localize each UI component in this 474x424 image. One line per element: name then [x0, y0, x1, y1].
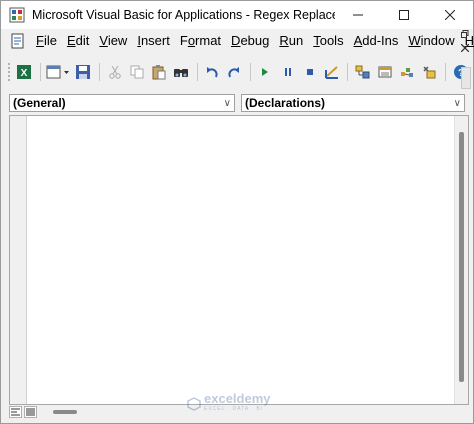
toolbar-overflow-button[interactable]	[461, 67, 471, 89]
menu-debug[interactable]: Debug	[226, 31, 274, 51]
toolbar-grip[interactable]	[7, 62, 11, 82]
save-button[interactable]	[74, 62, 93, 82]
code-editor[interactable]	[9, 115, 469, 405]
svg-text:X: X	[21, 68, 28, 79]
procedure-combo-value: (Declarations)	[245, 96, 326, 110]
watermark-brand: exceldemy EXCEL · DATA · BI	[204, 392, 271, 415]
document-icon[interactable]	[9, 32, 27, 50]
insert-module-button[interactable]	[46, 62, 71, 82]
toolbar-separator	[98, 63, 100, 81]
design-mode-button[interactable]	[322, 62, 341, 82]
chevron-down-icon: ∨	[223, 97, 231, 109]
vertical-scrollbar[interactable]	[454, 116, 468, 404]
run-icon	[262, 68, 269, 76]
toolbar-separator	[249, 63, 251, 81]
code-window: (General) ∨ (Declarations) ∨	[5, 91, 471, 421]
chevron-down-icon: ∨	[453, 97, 461, 109]
properties-window-button[interactable]	[376, 62, 395, 82]
vertical-scroll-thumb[interactable]	[459, 132, 464, 382]
toolbar-separator	[39, 63, 41, 81]
object-browser-button[interactable]	[398, 62, 417, 82]
object-combo[interactable]: (General) ∨	[9, 94, 235, 112]
toolbox-icon	[423, 66, 436, 79]
maximize-button[interactable]	[381, 1, 427, 29]
horizontal-scroll-thumb[interactable]	[53, 410, 77, 414]
procedure-view-icon	[11, 408, 20, 416]
child-window-controls	[461, 30, 469, 52]
close-child-icon[interactable]	[461, 44, 469, 52]
break-button[interactable]	[278, 62, 297, 82]
run-button[interactable]	[256, 62, 275, 82]
break-icon	[284, 68, 291, 76]
cut-icon	[108, 65, 121, 79]
cut-button[interactable]	[105, 62, 124, 82]
menu-edit[interactable]: Edit	[62, 31, 94, 51]
copy-button[interactable]	[127, 62, 146, 82]
procedure-view-button[interactable]	[9, 406, 22, 418]
title-bar[interactable]: Microsoft Visual Basic for Applications …	[1, 1, 473, 29]
margin-indicator-bar[interactable]	[10, 116, 27, 404]
design-mode-icon	[324, 66, 338, 79]
menu-add-ins[interactable]: Add-Ins	[349, 31, 404, 51]
full-module-view-button[interactable]	[24, 406, 37, 418]
menu-tools[interactable]: Tools	[308, 31, 348, 51]
close-button[interactable]	[427, 1, 473, 29]
standard-toolbar: X	[1, 53, 473, 91]
toolbar-separator	[347, 63, 349, 81]
procedure-combo[interactable]: (Declarations) ∨	[241, 94, 465, 112]
find-button[interactable]	[171, 62, 190, 82]
insert-module-icon	[46, 65, 70, 79]
reset-button[interactable]	[300, 62, 319, 82]
project-explorer-icon	[355, 65, 370, 79]
save-icon	[76, 65, 91, 79]
menu-format[interactable]: Format	[175, 31, 226, 51]
maximize-icon	[399, 10, 409, 20]
undo-button[interactable]	[203, 62, 222, 82]
menu-view[interactable]: View	[94, 31, 132, 51]
paste-button[interactable]	[149, 62, 168, 82]
copy-icon	[130, 65, 144, 79]
combo-row: (General) ∨ (Declarations) ∨	[5, 91, 471, 115]
window-title: Microsoft Visual Basic for Applications …	[32, 8, 335, 22]
toolbar-separator	[196, 63, 198, 81]
object-browser-icon	[401, 68, 414, 77]
minimize-icon	[353, 14, 363, 16]
minimize-button[interactable]	[335, 1, 381, 29]
paste-icon	[152, 65, 166, 80]
object-combo-value: (General)	[13, 96, 66, 110]
watermark: exceldemy EXCEL · DATA · BI	[187, 392, 271, 415]
full-module-view-icon	[26, 408, 35, 416]
reset-icon	[306, 69, 313, 75]
menu-bar: File Edit View Insert Format Debug Run T…	[1, 30, 474, 52]
view-excel-button[interactable]: X	[15, 62, 34, 82]
vba-app-icon	[9, 7, 25, 23]
menu-window[interactable]: Window	[403, 31, 459, 51]
exceldemy-logo-icon	[187, 397, 201, 411]
toolbox-button[interactable]	[420, 62, 439, 82]
menu-run[interactable]: Run	[274, 31, 308, 51]
view-excel-icon: X	[17, 65, 32, 79]
menu-file[interactable]: File	[31, 31, 62, 51]
close-icon	[445, 10, 455, 20]
redo-button[interactable]	[225, 62, 244, 82]
restore-child-icon[interactable]	[461, 30, 469, 38]
redo-icon	[228, 67, 240, 78]
watermark-tagline: EXCEL · DATA · BI	[204, 406, 264, 412]
toolbar-separator	[444, 63, 446, 81]
menu-insert[interactable]: Insert	[132, 31, 175, 51]
find-icon	[173, 69, 188, 77]
vba-editor-window: Microsoft Visual Basic for Applications …	[0, 0, 474, 424]
undo-icon	[207, 67, 218, 78]
properties-window-icon	[378, 66, 392, 78]
project-explorer-button[interactable]	[353, 62, 372, 82]
